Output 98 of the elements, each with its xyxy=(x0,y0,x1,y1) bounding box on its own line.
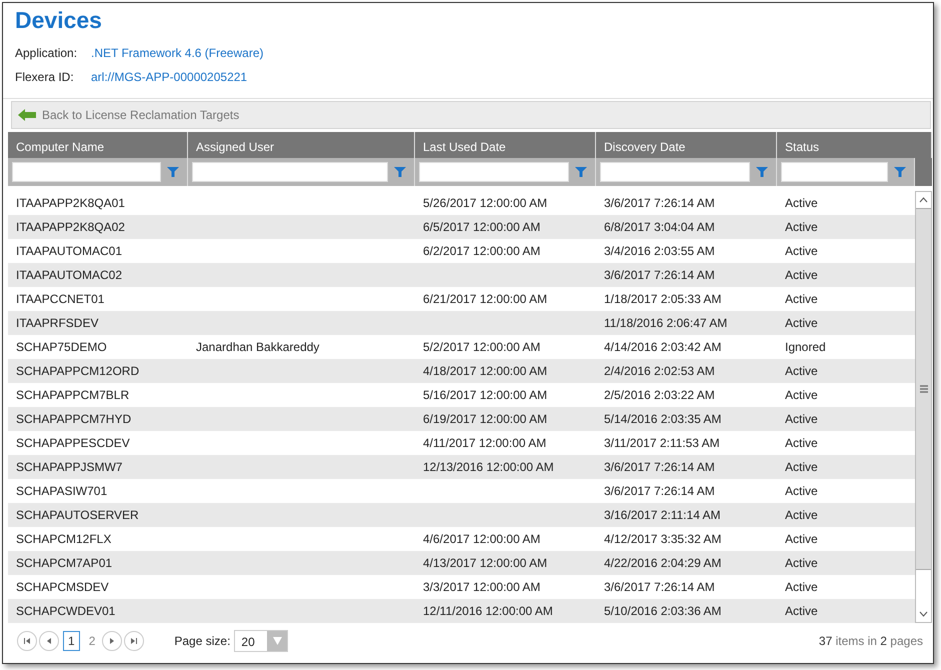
table-cell-text: ITAAPCCNET01 xyxy=(15,292,106,306)
table-cell-text: 6/2/2017 12:00:00 AM xyxy=(422,244,542,258)
filter-icon[interactable] xyxy=(167,166,179,178)
table-cell-text: Active xyxy=(784,460,819,474)
page-size-dropdown[interactable]: 20 xyxy=(234,630,288,652)
table-cell-text: 5/14/2016 2:03:35 AM xyxy=(603,412,722,426)
table-cell-text: Active xyxy=(784,604,819,618)
table-cell-text: 4/13/2017 12:00:00 AM xyxy=(422,556,548,570)
table-cell-text: Ignored xyxy=(784,340,827,354)
filter-icon[interactable] xyxy=(894,166,906,178)
table-cell-text: SCHAPAPPJSMW7 xyxy=(15,460,124,474)
table-cell-text: 3/3/2017 12:00:00 AM xyxy=(422,580,542,594)
table-cell-text: 5/2/2017 12:00:00 AM xyxy=(422,340,542,354)
table-cell-text: 5/16/2017 12:00:00 AM xyxy=(422,388,548,402)
table-cell-text: SCHAPCM7AP01 xyxy=(15,556,114,570)
page-link[interactable]: 1 xyxy=(63,631,80,651)
table-cell-text: 3/4/2016 2:03:55 AM xyxy=(603,244,716,258)
table-cell-text: 4/18/2017 12:00:00 AM xyxy=(422,364,548,378)
table-cell-text: 2/4/2016 2:02:53 AM xyxy=(603,364,716,378)
field-link[interactable]: arl://MGS-APP-00000205221 xyxy=(91,70,264,84)
filter-field[interactable] xyxy=(192,162,388,182)
table-cell-text: ITAAPAUTOMAC01 xyxy=(15,244,124,258)
table-cell-text: 4/12/2017 3:35:32 AM xyxy=(603,532,722,546)
table-cell-text: Active xyxy=(784,316,819,330)
table-cell-text: 1/18/2017 2:05:33 AM xyxy=(603,292,722,306)
filter-icon[interactable] xyxy=(756,166,768,178)
table-cell-text: SCHAPCWDEV01 xyxy=(15,604,116,618)
table-cell-text: 3/6/2017 7:26:14 AM xyxy=(603,580,716,594)
table-cell-text: 12/11/2016 12:00:00 AM xyxy=(422,604,554,618)
arrow-icon xyxy=(18,109,36,121)
filter-field[interactable] xyxy=(12,162,161,182)
table-cell-text: 4/11/2017 12:00:00 AM xyxy=(422,436,548,450)
table-cell-text: 5/26/2017 12:00:00 AM xyxy=(422,196,548,210)
scrollbar[interactable] xyxy=(915,191,932,623)
table-cell-text: 3/6/2017 7:26:14 AM xyxy=(603,196,716,210)
filter-field[interactable] xyxy=(419,162,569,182)
table-cell-text: 6/8/2017 3:04:04 AM xyxy=(603,220,716,234)
grip-icon[interactable] xyxy=(920,385,928,393)
table-cell-text: Active xyxy=(784,412,819,426)
table-cell-text: SCHAPCMSDEV xyxy=(15,580,110,594)
table-cell-text: Active xyxy=(784,436,819,450)
page-size-label: Page size: xyxy=(174,634,230,648)
field-label: Application: xyxy=(15,46,78,60)
table-cell-text: Active xyxy=(784,556,819,570)
table-cell-text: 3/6/2017 7:26:14 AM xyxy=(603,484,716,498)
table-cell-text: Active xyxy=(784,484,819,498)
caret-icon xyxy=(272,637,282,645)
pager-summary: 37 items in 2 pages xyxy=(818,634,923,648)
table-cell-text: Active xyxy=(784,268,819,282)
table-cell-text: 6/5/2017 12:00:00 AM xyxy=(422,220,542,234)
filter-field[interactable] xyxy=(600,162,750,182)
filter-field[interactable] xyxy=(781,162,888,182)
table-cell-text: SCHAPASIW701 xyxy=(15,484,108,498)
filter-icon[interactable] xyxy=(394,166,406,178)
page-link[interactable]: 2 xyxy=(84,631,100,651)
table-cell-text: Active xyxy=(784,388,819,402)
table-cell-text: Active xyxy=(784,292,819,306)
table-cell-text: 2/5/2016 2:03:22 AM xyxy=(603,388,716,402)
back-button[interactable]: Back to License Reclamation Targets xyxy=(11,101,931,129)
filter-icon[interactable] xyxy=(575,166,587,178)
first-page-icon[interactable] xyxy=(17,631,37,651)
table-cell-text: 6/19/2017 12:00:00 AM xyxy=(422,412,548,426)
table-cell-text: Active xyxy=(784,196,819,210)
table-cell-text: 4/14/2016 2:03:42 AM xyxy=(603,340,722,354)
field-label: Flexera ID: xyxy=(15,70,75,84)
last-page-icon[interactable] xyxy=(124,631,144,651)
table-cell-text: SCHAPCM12FLX xyxy=(15,532,112,546)
table-cell-text: 3/16/2017 2:11:14 AM xyxy=(603,508,722,522)
table-cell-text: 5/10/2016 2:03:36 AM xyxy=(603,604,722,618)
table-cell-text: Active xyxy=(784,532,819,546)
table-cell-text: ITAAPRFSDEV xyxy=(15,316,100,330)
table-cell-text: 4/22/2016 2:04:29 AM xyxy=(603,556,722,570)
previous-page-icon[interactable] xyxy=(39,631,59,651)
table-cell-text: 3/6/2017 7:26:14 AM xyxy=(603,268,716,282)
table-cell-text: 3/6/2017 7:26:14 AM xyxy=(603,460,716,474)
table-cell-text: 12/13/2016 12:00:00 AM xyxy=(422,460,555,474)
table-cell-text: Active xyxy=(784,508,819,522)
page-title: Devices xyxy=(15,7,103,34)
field-link[interactable]: .NET Framework 4.6 (Freeware) xyxy=(91,46,264,60)
table-cell-text: SCHAPAPPESCDEV xyxy=(15,436,131,450)
table-cell-text: Active xyxy=(784,580,819,594)
table-cell-text: SCHAPAPPCM7HYD xyxy=(15,412,132,426)
table-cell-text: ITAAPAPP2K8QA01 xyxy=(15,196,126,210)
table-cell-text: Active xyxy=(784,244,819,258)
table-cell-text: Active xyxy=(784,364,819,378)
table-cell-text: ITAAPAPP2K8QA02 xyxy=(15,220,126,234)
table-cell-text: 11/18/2016 2:06:47 AM xyxy=(603,316,728,330)
table-cell-text: SCHAPAUTOSERVER xyxy=(15,508,140,522)
table-cell-text: ITAAPAUTOMAC02 xyxy=(15,268,124,282)
table-cell-text: SCHAP75DEMO xyxy=(15,340,108,354)
table-cell-text: Active xyxy=(784,220,819,234)
table-cell-text: 6/21/2017 12:00:00 AM xyxy=(422,292,548,306)
table-cell-text: 3/11/2017 2:11:53 AM xyxy=(603,436,721,450)
table-cell-text: Janardhan Bakkareddy xyxy=(195,340,320,354)
table-cell-text: 4/6/2017 12:00:00 AM xyxy=(422,532,542,546)
table-cell-text: SCHAPAPPCM12ORD xyxy=(15,364,140,378)
table-cell-text: SCHAPAPPCM7BLR xyxy=(15,388,130,402)
next-page-icon[interactable] xyxy=(102,631,122,651)
